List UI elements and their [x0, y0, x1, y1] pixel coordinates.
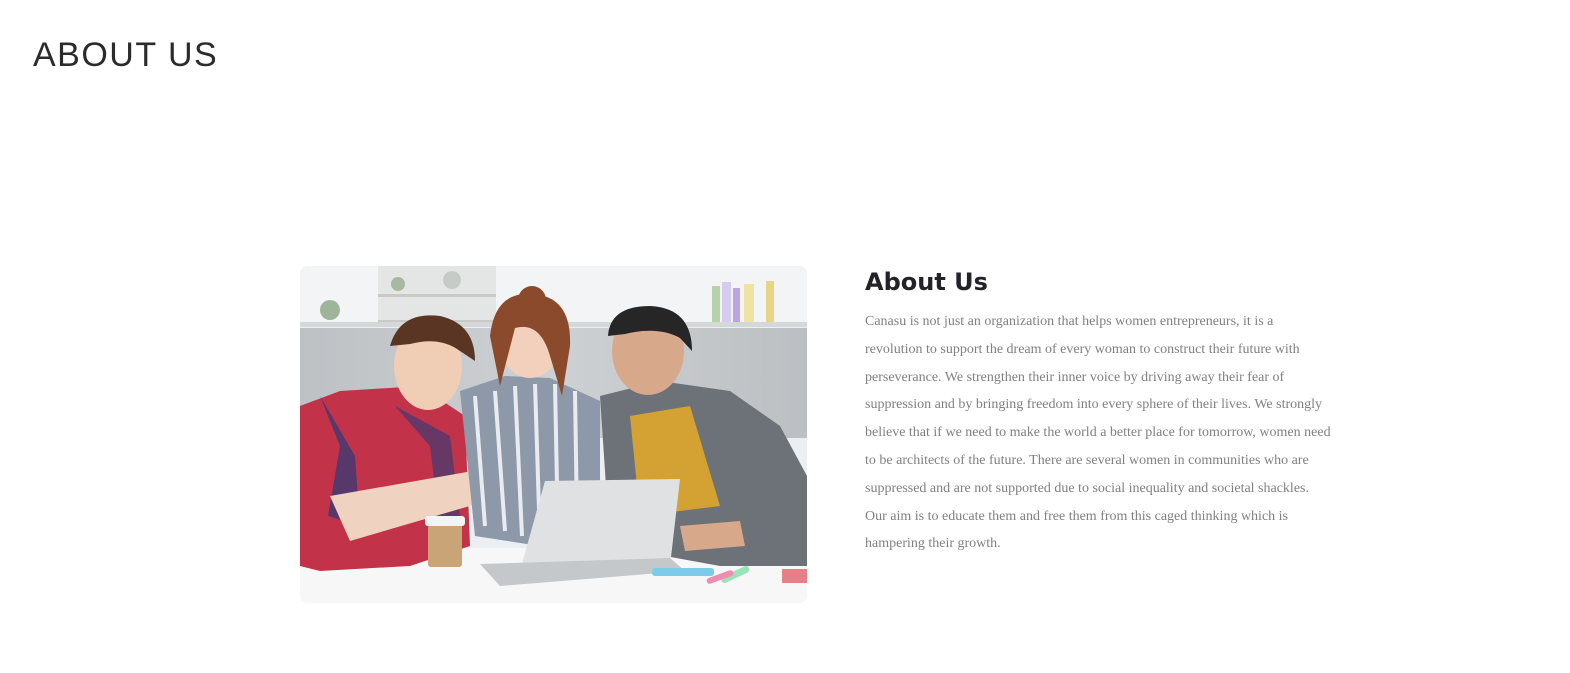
page-title: ABOUT US — [33, 36, 219, 74]
about-section: About Us Canasu is not just an organizat… — [300, 266, 1340, 604]
about-text-block: About Us Canasu is not just an organizat… — [865, 266, 1335, 558]
about-body-text: Canasu is not just an organization that … — [865, 314, 1331, 552]
photo-illustration — [300, 266, 807, 603]
section-heading: About Us — [865, 268, 988, 296]
about-photo — [300, 266, 807, 603]
